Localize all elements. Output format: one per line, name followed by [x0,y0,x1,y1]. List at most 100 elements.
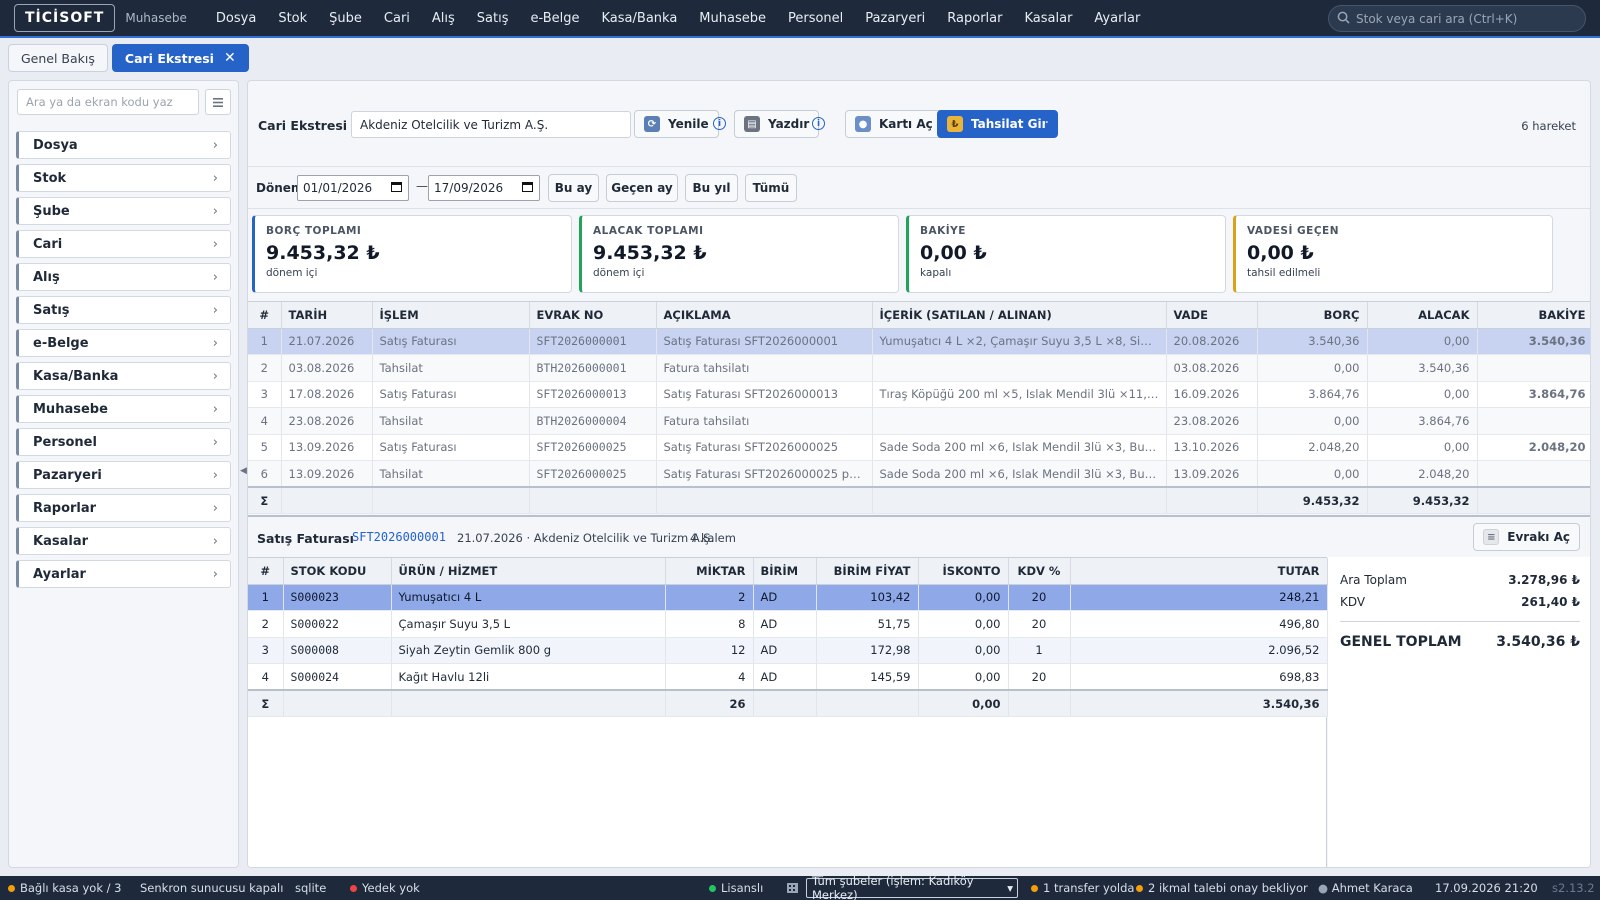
column-header[interactable]: AÇIKLAMA [656,302,873,329]
module-name: Muhasebe [125,11,187,25]
open-card-button[interactable]: ● Kartı Aç [845,110,943,138]
document-number[interactable]: SFT2026000001 [352,530,446,544]
global-search[interactable] [1328,5,1586,32]
menu-item-10[interactable]: Pazaryeri [854,11,936,26]
sidebar-item[interactable]: Pazaryeri › [16,461,231,489]
sidebar-item[interactable]: Raporlar › [16,494,231,522]
column-header[interactable]: VADE [1166,302,1258,329]
sidebar-item[interactable]: Kasa/Banka › [16,362,231,390]
table-row[interactable]: 3 S000008 Siyah Zeytin Gemlik 800 g 12 AD 172… [248,637,1328,664]
menu-item-2[interactable]: Şube [318,11,373,26]
table-row[interactable]: 6 13.09.2026 Tahsilat SFT2026000025 Satış Fa… [248,460,1590,488]
menu-item-3[interactable]: Cari [373,11,421,26]
table-cell: 12 [665,637,754,664]
menu-item-5[interactable]: Satış [466,11,520,26]
menu-item-9[interactable]: Personel [777,11,854,26]
current-user[interactable]: ● Ahmet Karaca [1318,881,1413,895]
transfer-status[interactable]: 1 transfer yolda [1031,881,1134,895]
refresh-button[interactable]: ⟳ Yenile [634,110,719,138]
sidebar-item[interactable]: Dosya › [16,131,231,159]
info-icon[interactable]: i [713,117,726,130]
app-logo[interactable]: TİCİSOFT [14,4,116,32]
close-icon[interactable]: ✕ [224,50,236,66]
list-icon[interactable] [205,89,231,115]
account-field[interactable] [351,111,631,138]
table-cell: SFT2026000025 [529,434,657,461]
this-month-button[interactable]: Bu ay [548,174,599,202]
sidebar-item[interactable]: Muhasebe › [16,395,231,423]
table-row[interactable]: 2 03.08.2026 Tahsilat BTH2026000001 Fatura t… [248,354,1590,382]
date-to-field[interactable]: 17/09/2026 [428,175,540,201]
column-header[interactable]: MİKTAR [665,558,754,585]
table-cell: S000024 [283,663,392,691]
sum-row: Σ 26 0,00 3.540,36 [248,689,1328,717]
table-row[interactable]: 3 17.08.2026 Satış Faturası SFT2026000013 Sa… [248,381,1590,408]
table-row[interactable]: 4 S000024 Kağıt Havlu 12li 4 AD 145,59 0,00 20 6… [248,663,1328,691]
menu-item-6[interactable]: e-Belge [520,11,591,26]
column-header[interactable]: İŞLEM [372,302,530,329]
open-document-button[interactable]: ≡ Evrakı Aç [1473,523,1580,551]
menu-item-1[interactable]: Stok [267,11,318,26]
sidebar-item[interactable]: e-Belge › [16,329,231,357]
column-header[interactable]: STOK KODU [283,558,392,585]
column-header[interactable]: # [248,558,284,585]
column-header[interactable]: TUTAR [1070,558,1328,585]
collect-payment-button[interactable]: ₺ Tahsilat Gir [937,110,1058,138]
table-cell: 2.048,20 [1367,460,1478,488]
table-cell: 3.864,76 [1367,407,1478,435]
table-row[interactable]: 2 S000022 Çamaşır Suyu 3,5 L 8 AD 51,75 0,00 20… [248,610,1328,638]
table-cell: AD [753,637,817,664]
column-header[interactable]: TARİH [281,302,373,329]
column-header[interactable]: BİRİM [753,558,817,585]
date-from-field[interactable]: 01/01/2026 [297,175,409,201]
sidebar-search-input[interactable] [17,89,199,115]
menu-item-8[interactable]: Muhasebe [688,11,777,26]
column-header[interactable]: BİRİM FİYAT [816,558,919,585]
sidebar-item[interactable]: Alış › [16,263,231,291]
calendar-icon[interactable] [391,181,402,195]
supply-status-text: 2 ikmal talebi onay bekliyor [1148,881,1308,895]
menu-item-0[interactable]: Dosya [205,11,267,26]
sidebar-item[interactable]: Stok › [16,164,231,192]
tab-cari-ekstresi[interactable]: Cari Ekstresi ✕ [111,44,249,72]
supply-status[interactable]: 2 ikmal talebi onay bekliyor [1136,881,1308,895]
column-header[interactable]: # [248,302,282,329]
sidebar-item[interactable]: Cari › [16,230,231,258]
menu-item-13[interactable]: Ayarlar [1083,11,1151,26]
menu-item-7[interactable]: Kasa/Banka [591,11,689,26]
sidebar-item[interactable]: Ayarlar › [16,560,231,588]
menu-item-11[interactable]: Raporlar [936,11,1013,26]
column-header[interactable]: ÜRÜN / HİZMET [391,558,666,585]
table-cell: 4 [665,663,754,691]
sidebar-item[interactable]: Personel › [16,428,231,456]
all-button[interactable]: Tümü [745,174,797,202]
column-header[interactable]: EVRAK NO [529,302,657,329]
collapse-sidebar-icon[interactable]: ◀ [240,466,247,476]
chevron-down-icon: ▾ [1007,881,1013,895]
table-row[interactable]: 1 21.07.2026 Satış Faturası SFT2026000001 Sa… [248,328,1590,355]
table-row[interactable]: 4 23.08.2026 Tahsilat BTH2026000004 Fatura t… [248,407,1590,435]
global-search-input[interactable] [1356,11,1576,26]
calendar-icon[interactable] [522,181,533,195]
menu-item-4[interactable]: Alış [421,11,466,26]
this-year-button[interactable]: Bu yıl [685,174,738,202]
info-icon[interactable]: i [812,117,825,130]
branch-select[interactable]: Tüm şubeler (işlem: Kadıköy Merkez) ▾ [806,874,1018,900]
menu-item-12[interactable]: Kasalar [1013,11,1083,26]
info-icon[interactable]: i [1045,117,1058,130]
print-button[interactable]: ▤ Yazdır [734,110,820,138]
table-row[interactable]: 1 S000023 Yumuşatıcı 4 L 2 AD 103,42 0,00 20 248… [248,584,1328,611]
tab-overview[interactable]: Genel Bakış [8,44,108,72]
table-cell: Yumuşatıcı 4 L ×2, Çamaşır Suyu 3,5 L ×8… [872,328,1167,355]
sidebar-item[interactable]: Satış › [16,296,231,324]
last-month-button[interactable]: Geçen ay [606,174,678,202]
table-row[interactable]: 5 13.09.2026 Satış Faturası SFT2026000025 Sa… [248,434,1590,461]
column-header[interactable]: İÇERİK (SATILAN / ALINAN) [872,302,1167,329]
sidebar-item[interactable]: Kasalar › [16,527,231,555]
column-header[interactable]: İSKONTO [918,558,1009,585]
column-header[interactable]: KDV % [1008,558,1071,585]
column-header[interactable]: BAKİYE [1477,302,1590,329]
column-header[interactable]: BORÇ [1257,302,1368,329]
column-header[interactable]: ALACAK [1367,302,1478,329]
sidebar-item[interactable]: Şube › [16,197,231,225]
